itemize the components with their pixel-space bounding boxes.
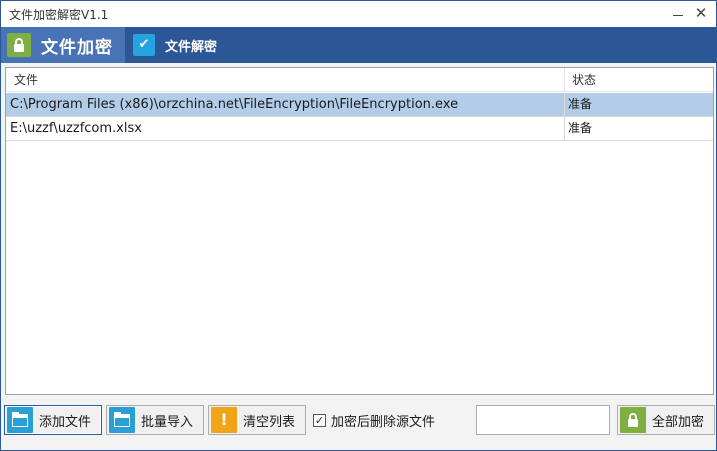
batch-import-button[interactable]: 批量导入 bbox=[106, 405, 204, 435]
table-row[interactable]: C:\Program Files (x86)\orzchina.net\File… bbox=[6, 93, 713, 117]
tab-bar: 文件加密 ✔ 文件解密 bbox=[1, 27, 716, 63]
title-bar: 文件加密解密V1.1 ✕ bbox=[1, 1, 716, 27]
folder-icon bbox=[109, 407, 135, 433]
batch-import-label: 批量导入 bbox=[141, 414, 194, 430]
delete-source-option[interactable]: ✓ 加密后删除源文件 bbox=[313, 411, 436, 430]
status-cell: 准备 bbox=[568, 121, 593, 135]
column-header-file[interactable]: 文件 bbox=[14, 68, 38, 92]
encrypt-all-label: 全部加密 bbox=[652, 414, 705, 430]
tab-encrypt-label: 文件加密 bbox=[41, 37, 113, 58]
status-cell: 准备 bbox=[568, 97, 593, 111]
clear-list-label: 清空列表 bbox=[243, 414, 296, 430]
tab-encrypt[interactable]: 文件加密 bbox=[1, 27, 125, 63]
lock-icon bbox=[7, 33, 31, 57]
encrypt-all-button[interactable]: 全部加密 bbox=[617, 405, 715, 435]
add-file-button[interactable]: 添加文件 bbox=[4, 405, 102, 435]
minimize-icon bbox=[673, 15, 683, 16]
delete-source-checkbox[interactable]: ✓ bbox=[313, 413, 326, 427]
column-header-status[interactable]: 状态 bbox=[572, 68, 596, 92]
file-path-cell: E:\uzzf\uzzfcom.xlsx bbox=[10, 121, 142, 136]
tab-decrypt[interactable]: ✔ 文件解密 bbox=[129, 27, 239, 63]
delete-source-label: 加密后删除源文件 bbox=[331, 414, 436, 430]
file-list[interactable]: 文件 状态 C:\Program Files (x86)\orzchina.ne… bbox=[5, 67, 714, 395]
table-row[interactable]: E:\uzzf\uzzfcom.xlsx 准备 bbox=[6, 117, 713, 141]
close-button[interactable]: ✕ bbox=[691, 3, 711, 23]
list-header: 文件 状态 bbox=[6, 68, 713, 92]
check-icon: ✔ bbox=[133, 34, 155, 56]
minimize-button[interactable] bbox=[668, 3, 688, 23]
file-path-cell: C:\Program Files (x86)\orzchina.net\File… bbox=[10, 97, 459, 112]
tab-decrypt-label: 文件解密 bbox=[165, 39, 218, 55]
warning-icon: ! bbox=[211, 407, 237, 433]
app-window: 文件加密解密V1.1 ✕ 文件加密 ✔ 文件解密 文件 状态 C:\Progra… bbox=[0, 0, 717, 451]
clear-list-button[interactable]: ! 清空列表 bbox=[208, 405, 306, 435]
lock-icon bbox=[620, 407, 646, 433]
text-field[interactable] bbox=[476, 405, 610, 435]
add-file-label: 添加文件 bbox=[39, 414, 92, 430]
folder-icon bbox=[7, 407, 33, 433]
window-title: 文件加密解密V1.1 bbox=[9, 8, 109, 22]
